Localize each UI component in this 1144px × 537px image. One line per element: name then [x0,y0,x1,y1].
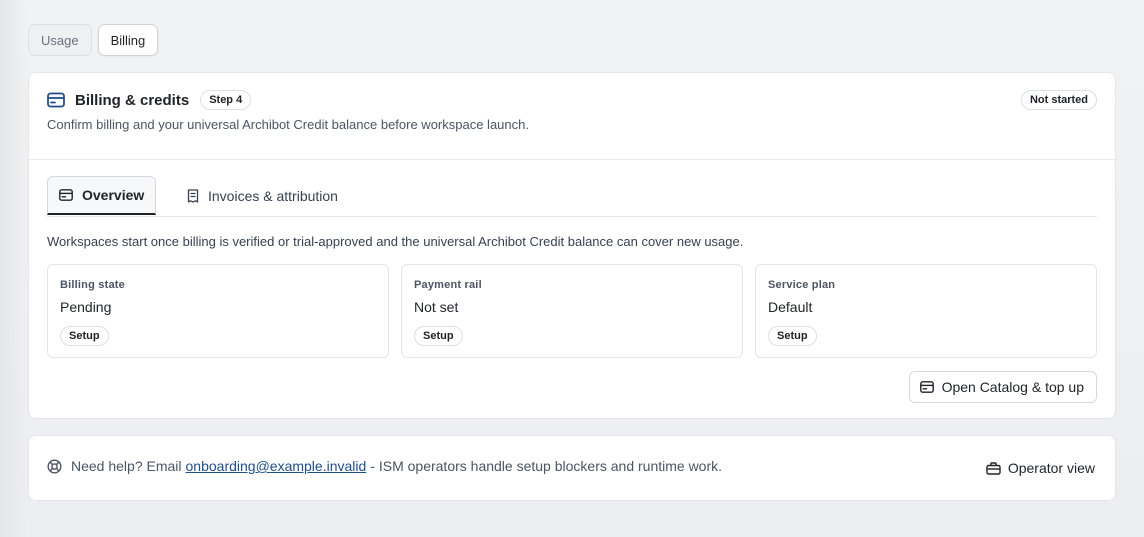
help-row: Need help? Email onboarding@example.inva… [47,458,722,474]
help-card: Need help? Email onboarding@example.inva… [28,435,1116,501]
help-suffix: - ISM operators handle setup blockers an… [370,458,723,474]
tab-overview[interactable]: Overview [47,176,156,215]
briefcase-icon [986,461,1001,475]
stat-label: Payment rail [414,279,482,291]
credit-card-icon [47,92,65,108]
lifebuoy-icon [47,458,62,474]
tab-billing[interactable]: Billing [97,24,159,56]
operator-view-button[interactable]: Operator view [984,453,1097,483]
layout-card-icon [59,189,73,201]
help-prefix: Need help? Email [71,458,182,474]
receipt-icon [187,188,199,203]
tab-invoices-label: Invoices & attribution [208,187,338,204]
billing-inner-tabs: Overview Invoices & attribution [47,176,1097,217]
billing-title-row: Billing & credits Step 4 [47,90,252,110]
stat-value: Pending [60,299,112,315]
billing-title: Billing & credits [75,91,190,109]
open-catalog-button[interactable]: Open Catalog & top up [908,371,1097,403]
setup-pill: Setup [768,326,817,346]
tab-overview-label: Overview [82,187,145,203]
stat-label: Service plan [768,279,836,291]
status-badge: Not started [1020,90,1097,110]
billing-description: Workspaces start once billing is verifie… [47,234,744,249]
stat-label: Billing state [60,279,125,291]
credit-card-icon [919,381,934,393]
top-tabs: Usage Billing [28,24,159,56]
stat-card-service-plan: Service plan Default Setup [755,264,1097,358]
billing-subtitle: Confirm billing and your universal Archi… [47,117,529,132]
stat-card-billing-state: Billing state Pending Setup [47,264,389,358]
tab-invoices-attribution[interactable]: Invoices & attribution [187,176,338,215]
support-email-link[interactable]: onboarding@example.invalid [186,458,367,474]
stat-value: Not set [414,299,459,315]
stat-card-payment-rail: Payment rail Not set Setup [401,264,743,358]
operator-view-label: Operator view [1007,460,1095,476]
billing-credits-card: Billing & credits Step 4 Not started Con… [28,72,1116,419]
open-catalog-label: Open Catalog & top up [941,379,1084,395]
billing-card-header: Billing & credits Step 4 Not started Con… [29,73,1115,160]
setup-pill: Setup [60,326,109,346]
stat-value: Default [768,299,813,315]
setup-pill: Setup [414,326,463,346]
left-edge-shade [0,0,28,537]
tab-usage[interactable]: Usage [28,24,92,56]
step-badge: Step 4 [200,90,252,110]
